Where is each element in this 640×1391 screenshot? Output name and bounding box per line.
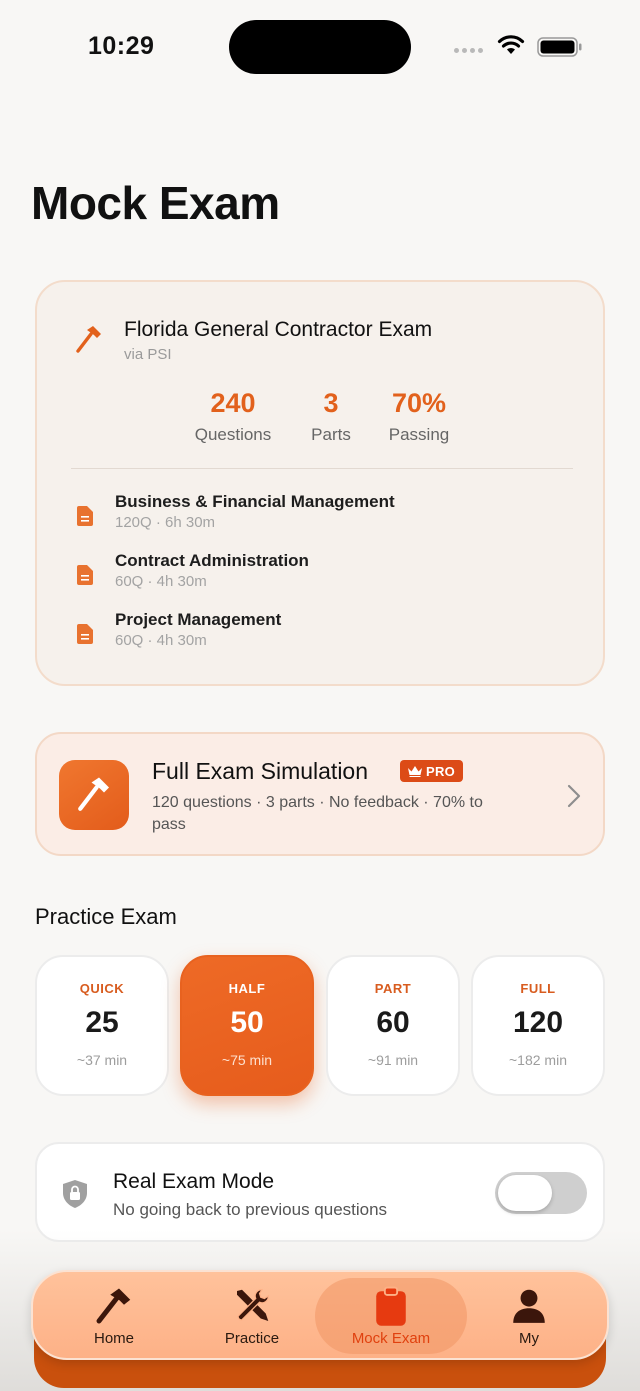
hammer-icon xyxy=(59,760,129,830)
practice-option-half[interactable]: HALF 50 ~75 min xyxy=(180,955,314,1096)
dynamic-island xyxy=(229,20,411,74)
toggle-knob xyxy=(498,1175,552,1211)
exam-part-item: Project Management 60Q · 4h 30m xyxy=(71,610,571,660)
cellular-signal-icon xyxy=(454,48,483,53)
real-exam-mode-card: Real Exam Mode No going back to previous… xyxy=(35,1142,605,1242)
status-bar: 10:29 xyxy=(0,0,640,96)
practice-option-full[interactable]: FULL 120 ~182 min xyxy=(471,955,605,1096)
status-time: 10:29 xyxy=(88,32,155,60)
tab-home[interactable]: Home xyxy=(54,1286,174,1347)
tab-practice[interactable]: Practice xyxy=(192,1286,312,1347)
tab-mock-exam[interactable]: Mock Exam xyxy=(331,1286,451,1347)
document-icon xyxy=(77,506,93,526)
simulation-description: 120 questions · 3 parts · No feedback · … xyxy=(152,794,483,833)
exam-info-card: Florida General Contractor Exam via PSI … xyxy=(35,280,605,686)
person-icon xyxy=(513,1289,545,1323)
real-exam-mode-description: No going back to previous questions xyxy=(113,1200,388,1219)
battery-icon xyxy=(537,37,582,57)
stat-passing: 70% Passing xyxy=(388,388,450,444)
lock-shield-icon xyxy=(63,1180,87,1208)
tab-my[interactable]: My xyxy=(469,1286,589,1347)
page-title: Mock Exam xyxy=(31,177,280,229)
real-exam-mode-toggle[interactable] xyxy=(495,1172,587,1214)
exam-part-item: Business & Financial Management 120Q · 6… xyxy=(71,492,571,542)
practice-exam-heading: Practice Exam xyxy=(35,904,177,929)
practice-option-quick[interactable]: QUICK 25 ~37 min xyxy=(35,955,169,1096)
stat-parts: 3 Parts xyxy=(311,388,351,444)
real-exam-mode-title: Real Exam Mode xyxy=(113,1170,275,1193)
practice-option-part[interactable]: PART 60 ~91 min xyxy=(326,955,460,1096)
chevron-right-icon xyxy=(567,784,581,808)
document-icon xyxy=(77,624,93,644)
pro-badge: PRO xyxy=(400,760,464,782)
wifi-icon xyxy=(497,35,525,54)
stat-questions: 240 Questions xyxy=(194,388,272,444)
exam-part-item: Contract Administration 60Q · 4h 30m xyxy=(71,551,571,601)
clipboard-icon xyxy=(376,1286,406,1326)
tools-icon xyxy=(237,1289,269,1321)
exam-name: Florida General Contractor Exam xyxy=(124,318,433,341)
hammer-icon xyxy=(96,1288,131,1324)
hammer-icon xyxy=(76,326,101,353)
tab-bar: Home Practice Mock Exam My xyxy=(31,1270,609,1360)
divider xyxy=(71,468,573,469)
document-icon xyxy=(77,565,93,585)
full-exam-simulation-card[interactable]: Full Exam Simulation PRO 120 questions ·… xyxy=(35,732,605,856)
simulation-title: Full Exam Simulation xyxy=(152,758,369,784)
crown-icon xyxy=(408,765,422,777)
exam-provider: via PSI xyxy=(124,346,172,363)
